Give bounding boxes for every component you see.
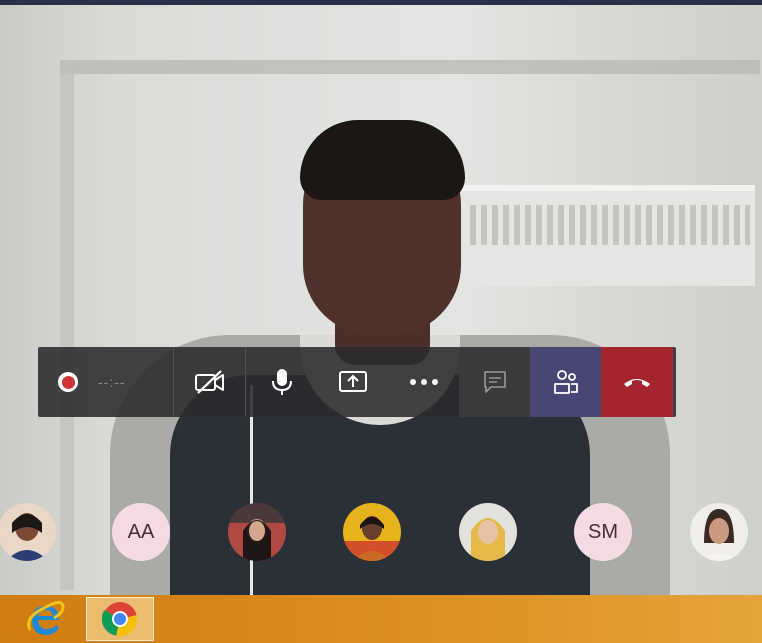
people-icon	[553, 370, 578, 394]
microphone-icon	[271, 369, 292, 395]
share-screen-icon	[338, 371, 367, 392]
participant-photo	[459, 503, 517, 561]
participant-initials: AA	[127, 520, 155, 543]
microphone-button[interactable]	[246, 347, 317, 417]
participant-photo	[343, 503, 401, 561]
participant-photo	[228, 503, 286, 561]
record-icon	[58, 372, 78, 392]
participant-avatar-initials[interactable]: AA	[112, 503, 170, 561]
participant-photo	[0, 503, 56, 561]
taskbar-internet-explorer[interactable]	[22, 598, 70, 640]
record-button[interactable]: --:--	[38, 347, 173, 417]
internet-explorer-icon	[27, 601, 65, 635]
participant-initials: SM	[588, 520, 618, 543]
hang-up-icon	[624, 379, 650, 387]
chrome-icon	[102, 602, 138, 637]
share-screen-button[interactable]	[317, 347, 388, 417]
participant-avatar-initials[interactable]: SM	[574, 503, 632, 561]
background-sign-text	[470, 205, 750, 245]
more-actions-button[interactable]	[388, 347, 459, 417]
background-wall	[60, 60, 760, 74]
participant-avatar[interactable]	[343, 503, 401, 561]
participant-avatar[interactable]	[0, 503, 56, 561]
speaker-hair	[300, 120, 465, 200]
windows-taskbar	[0, 595, 762, 643]
taskbar-google-chrome[interactable]	[86, 597, 154, 641]
call-control-bar: --:--	[38, 347, 676, 417]
record-timer: --:--	[98, 374, 126, 390]
video-off-icon	[194, 370, 224, 394]
participants-button[interactable]	[530, 347, 601, 417]
participant-avatar[interactable]	[690, 503, 748, 561]
participant-photo	[690, 503, 748, 561]
hang-up-button[interactable]	[601, 347, 673, 417]
more-options-icon	[409, 379, 438, 385]
chat-button[interactable]	[459, 347, 530, 417]
chat-icon	[483, 371, 506, 393]
participant-avatar[interactable]	[459, 503, 517, 561]
participant-avatar[interactable]	[228, 503, 286, 561]
participant-strip: AA SM	[0, 500, 762, 566]
camera-toggle-button[interactable]	[174, 347, 245, 417]
